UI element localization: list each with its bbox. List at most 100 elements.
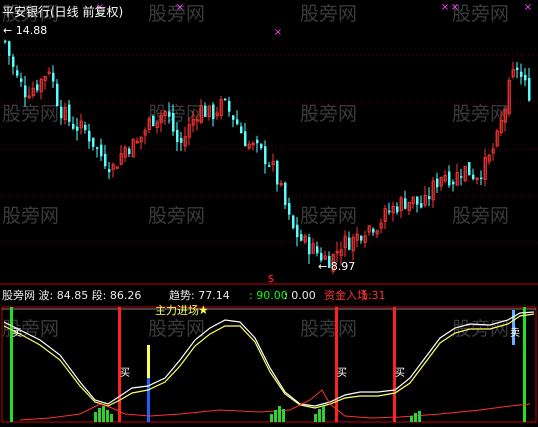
watermark: 股旁网 bbox=[148, 205, 205, 227]
hist-bar bbox=[94, 412, 97, 422]
top-marker: × bbox=[524, 2, 532, 13]
candle-body-down bbox=[236, 119, 239, 125]
candle-body-down bbox=[452, 181, 455, 185]
buy-label: 买 bbox=[120, 367, 130, 379]
candle-body-down bbox=[56, 83, 59, 106]
candle-body-down bbox=[372, 228, 375, 233]
top-marker: × bbox=[451, 2, 459, 13]
candle-body-down bbox=[396, 206, 399, 213]
candle-body-down bbox=[20, 78, 23, 82]
watermark: 股旁网 bbox=[452, 103, 509, 125]
candle-body-down bbox=[448, 171, 451, 186]
chart-root: 股旁网 股旁网 股旁网 股旁网 股旁网 股旁网 股旁网 股旁网 股旁网 股旁网 股旁网 股旁网 股旁网股… bbox=[0, 0, 538, 427]
candle-body-down bbox=[84, 124, 87, 130]
hist-bar bbox=[418, 411, 421, 422]
chart-canvas: 股旁网 股旁网 股旁网 股旁网股旁网 股旁网 股旁网 股旁网股旁网 股旁网 股旁网 股旁网股旁网股… bbox=[0, 2, 538, 423]
candle-body-down bbox=[72, 123, 75, 129]
candle-body-down bbox=[128, 148, 131, 155]
candle-body-down bbox=[308, 237, 311, 255]
candle-body-down bbox=[204, 105, 207, 117]
high-label: ← 14.88 bbox=[3, 24, 47, 37]
candle-body-down bbox=[96, 147, 99, 149]
top-marker: × bbox=[274, 27, 282, 38]
candle-body-down bbox=[76, 126, 79, 131]
signal-bar-yellow bbox=[147, 345, 150, 378]
candle-body-down bbox=[88, 130, 91, 142]
candle-body-down bbox=[420, 203, 423, 208]
candle-body-down bbox=[68, 104, 71, 122]
candle-body-down bbox=[264, 146, 267, 165]
candle-body-down bbox=[292, 215, 295, 229]
candle-body-down bbox=[404, 198, 407, 209]
candle-body-down bbox=[284, 182, 287, 206]
candle-body-down bbox=[516, 67, 519, 71]
candle-body-down bbox=[36, 84, 39, 91]
candle-body-down bbox=[472, 174, 475, 180]
buy-bar bbox=[393, 307, 396, 422]
candle-body-down bbox=[480, 177, 483, 180]
candle-body-down bbox=[8, 41, 11, 56]
candle-body-down bbox=[232, 115, 235, 120]
watermark: 股旁网 bbox=[2, 103, 59, 125]
chart-title: 平安银行(日线 前复权) bbox=[2, 5, 124, 19]
indicator-value: 1.31 bbox=[361, 289, 386, 302]
watermark: 股旁网 bbox=[148, 318, 205, 340]
sell-bar bbox=[10, 307, 13, 422]
candle-body-down bbox=[268, 165, 271, 167]
watermark: 股旁网 bbox=[300, 205, 357, 227]
candle-body-down bbox=[300, 234, 303, 241]
candle-body-down bbox=[180, 138, 183, 143]
buy-bar bbox=[118, 307, 121, 422]
candle-body-down bbox=[212, 104, 215, 120]
candle-body-down bbox=[24, 85, 27, 98]
watermark: 股旁网 bbox=[2, 205, 59, 227]
watermark: 股旁网 bbox=[452, 3, 509, 25]
candle-body-down bbox=[16, 70, 19, 76]
candle-body-down bbox=[12, 56, 15, 67]
sell-label: 卖 bbox=[510, 327, 520, 339]
hist-bar bbox=[414, 413, 417, 422]
candle-body-down bbox=[168, 111, 171, 117]
candle-body-down bbox=[4, 40, 7, 43]
candle-body-down bbox=[92, 137, 95, 147]
candle-body-down bbox=[172, 113, 175, 132]
candle-body-down bbox=[228, 100, 231, 112]
candle-body-down bbox=[60, 106, 63, 119]
indicator-value: : 0.00 bbox=[284, 289, 316, 302]
watermark: 股旁网 bbox=[300, 3, 357, 25]
candle-body-down bbox=[224, 98, 227, 101]
hist-bar bbox=[274, 410, 277, 422]
hist-bar bbox=[106, 410, 109, 422]
buy-label: 买 bbox=[337, 367, 347, 379]
hist-bar bbox=[314, 414, 317, 422]
candle-body-down bbox=[240, 126, 243, 134]
buy-label: 买 bbox=[395, 367, 405, 379]
hist-bar bbox=[282, 409, 285, 422]
candle-body-down bbox=[460, 176, 463, 178]
hist-bar bbox=[318, 409, 321, 422]
main-force-label: 主力进场 bbox=[155, 303, 199, 317]
candle-body-down bbox=[436, 178, 439, 188]
hist-bar bbox=[322, 406, 325, 422]
indicator-value: : 90.00 bbox=[249, 289, 288, 302]
candle-body-down bbox=[260, 143, 263, 149]
candle-body-down bbox=[276, 160, 279, 185]
candle-body-down bbox=[104, 153, 107, 167]
watermark: 股旁网 bbox=[452, 205, 509, 227]
dollar-marker: $ bbox=[268, 272, 275, 285]
candle-body-down bbox=[360, 236, 363, 241]
candle-body-down bbox=[296, 224, 299, 238]
candle-body-down bbox=[108, 169, 111, 173]
sell-label: 卖 bbox=[12, 327, 22, 339]
candle-body-down bbox=[52, 72, 55, 82]
hist-bar bbox=[270, 414, 273, 422]
candle-body-down bbox=[520, 71, 523, 77]
candle-body-down bbox=[428, 196, 431, 200]
candle-body-down bbox=[152, 115, 155, 126]
candle-body-down bbox=[256, 139, 259, 144]
hist-bar bbox=[110, 414, 113, 422]
candle-body-down bbox=[176, 129, 179, 142]
candle-body-down bbox=[388, 210, 391, 213]
watermark: 股旁网 bbox=[300, 318, 357, 340]
hist-bar bbox=[410, 416, 413, 422]
